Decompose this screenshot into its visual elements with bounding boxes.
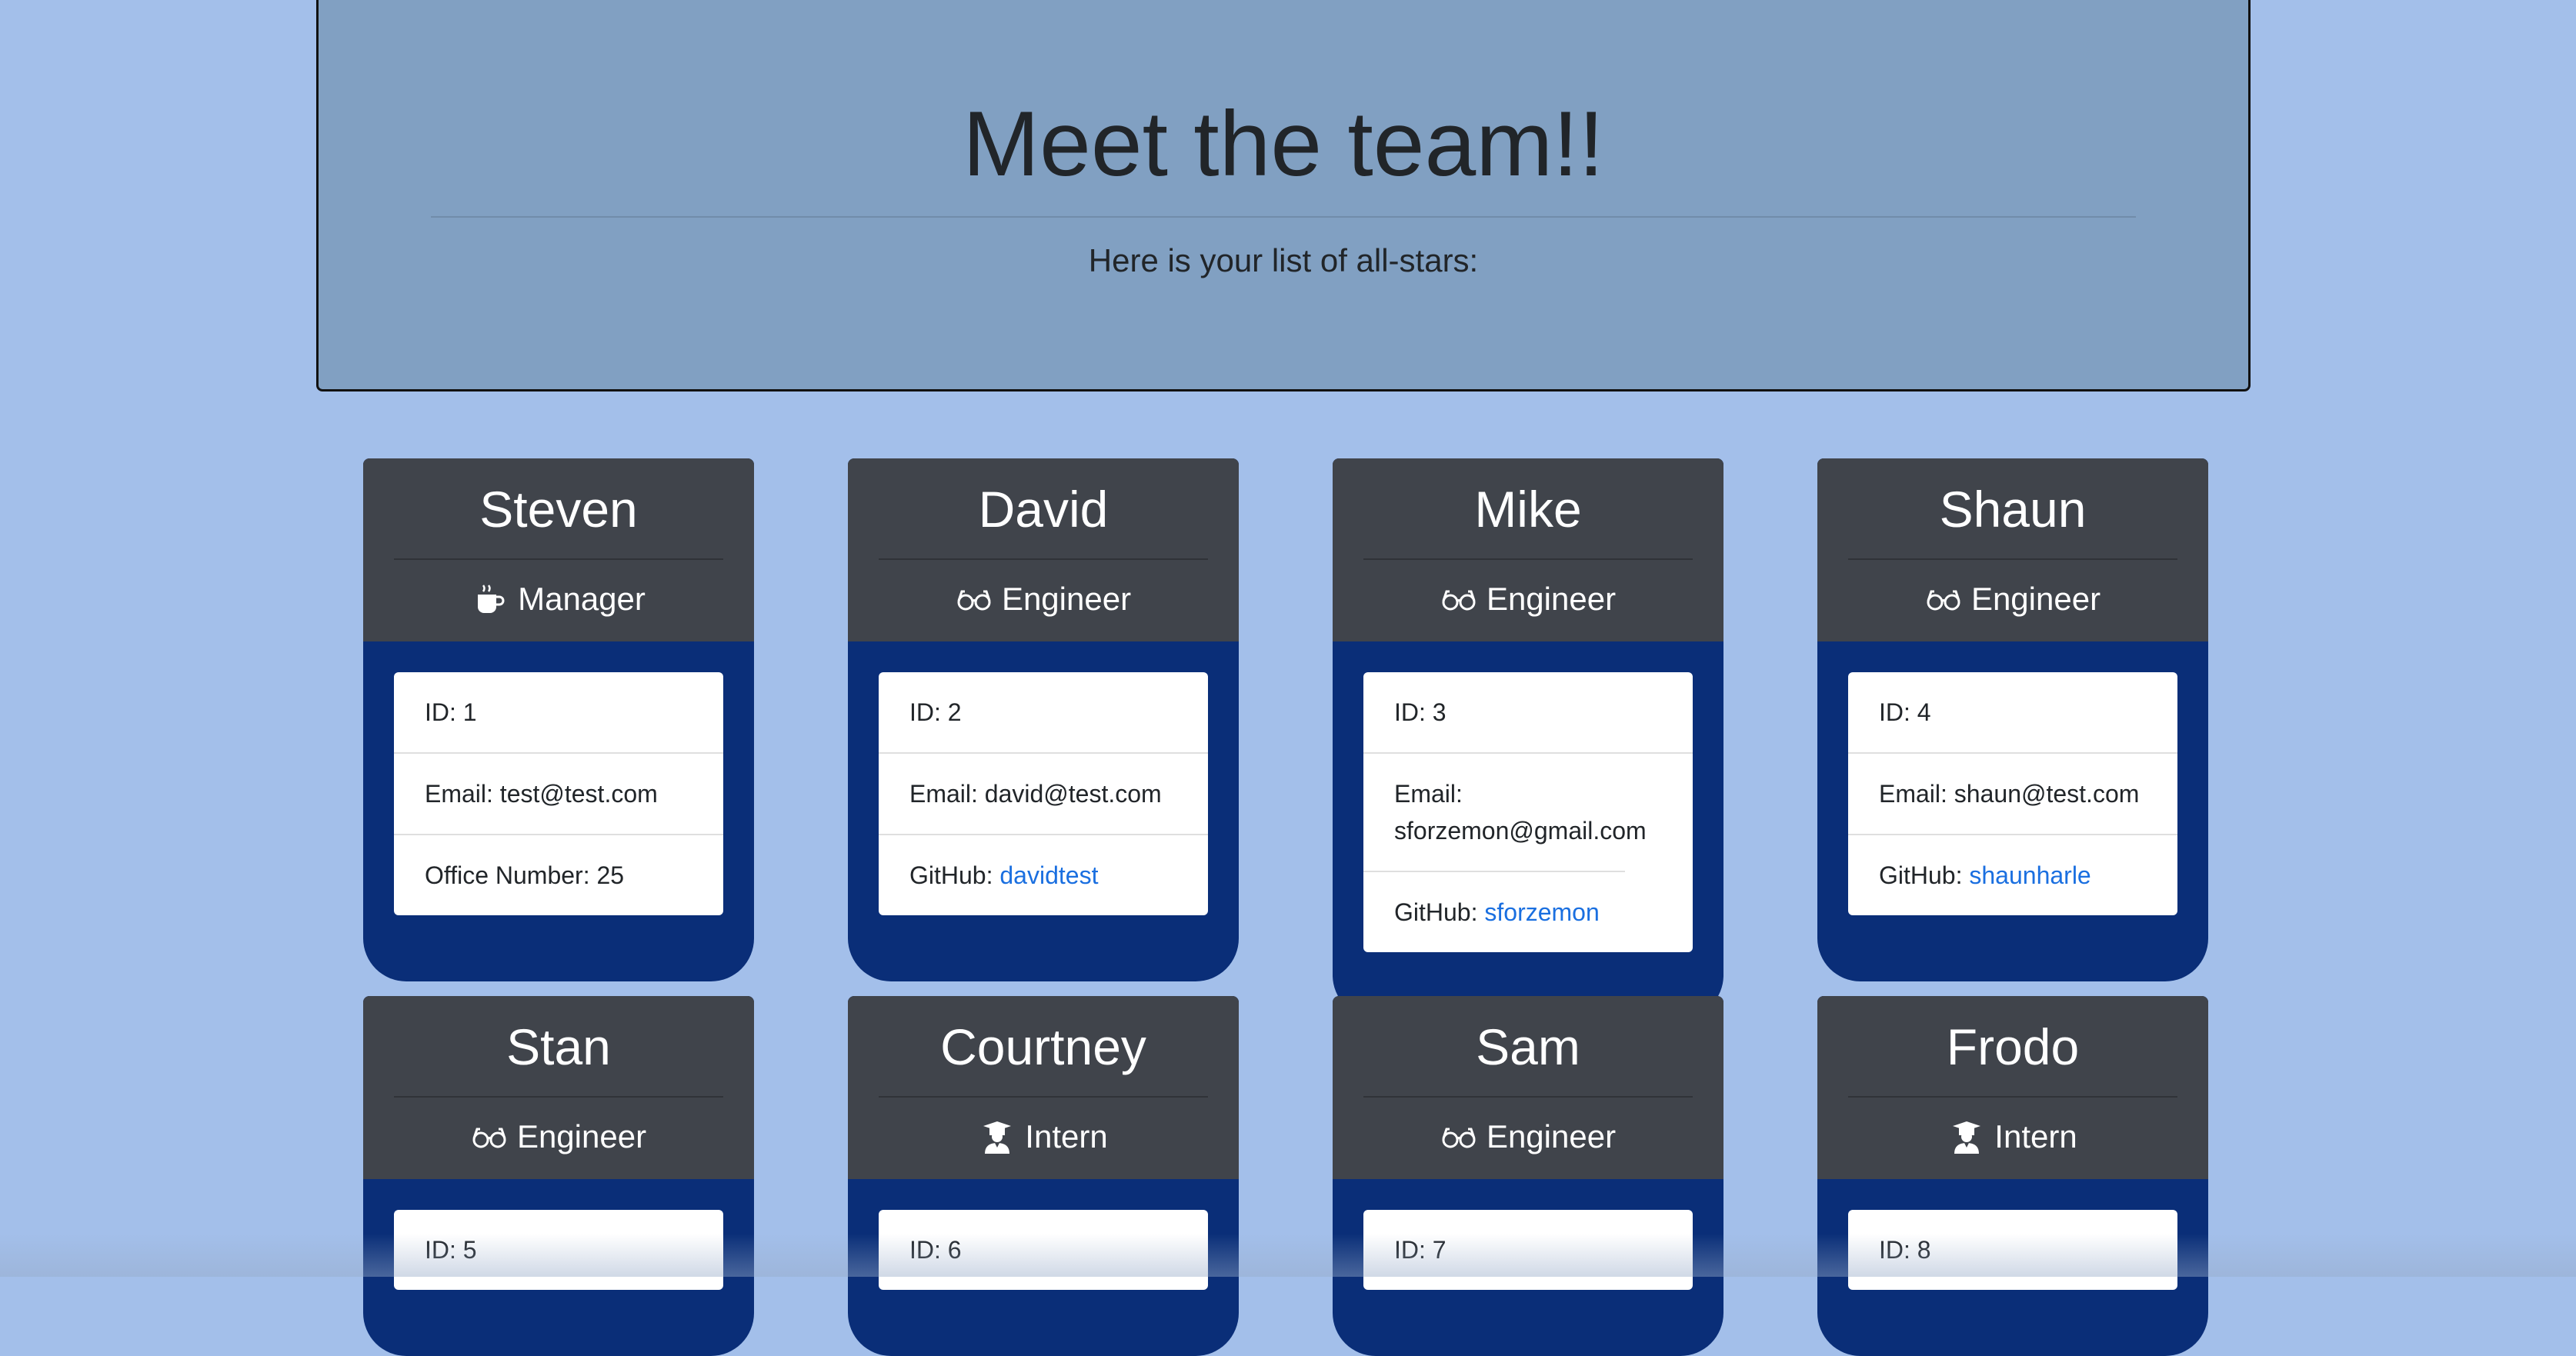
employee-id: ID: 7 <box>1363 1210 1693 1290</box>
office-number: Office Number: 25 <box>394 835 723 915</box>
github-label: GitHub: <box>909 861 999 889</box>
github-row: GitHub: shaunharle <box>1848 835 2177 915</box>
info-list: ID: 6 <box>879 1210 1208 1290</box>
info-list: ID: 8 <box>1848 1210 2177 1290</box>
graduate-icon <box>979 1120 1016 1154</box>
employee-role: Engineer <box>848 578 1239 621</box>
card-header: Shaun Engineer <box>1817 458 2208 641</box>
employee-name: Shaun <box>1817 478 2208 540</box>
card-divider <box>1848 1096 2177 1098</box>
card-divider <box>1363 558 1693 560</box>
role-label: Engineer <box>1971 578 2101 621</box>
glasses-icon <box>1440 582 1477 616</box>
glasses-icon <box>1440 1120 1477 1154</box>
card-header: Courtney Intern <box>848 996 1239 1179</box>
employee-name: Mike <box>1333 478 1723 540</box>
github-label: GitHub: <box>1879 861 1969 889</box>
employee-role: Engineer <box>1817 578 2208 621</box>
info-list: ID: 7 <box>1363 1210 1693 1290</box>
team-card-sam: Sam Engineer ID: 7 <box>1333 996 1723 1356</box>
employee-role: Engineer <box>1333 1115 1723 1158</box>
card-header: Steven Manager <box>363 458 754 641</box>
github-link[interactable]: sforzemon <box>1484 898 1599 926</box>
glasses-icon <box>1925 582 1962 616</box>
employee-id: ID: 8 <box>1848 1210 2177 1290</box>
employee-id: ID: 1 <box>394 672 723 754</box>
employee-name: Sam <box>1333 1016 1723 1078</box>
team-card-david: David Engineer ID: 2 Email: david@test.c… <box>848 458 1239 981</box>
employee-email: Email: test@test.com <box>394 754 723 835</box>
github-link[interactable]: davidtest <box>999 861 1098 889</box>
employee-role: Intern <box>848 1115 1239 1158</box>
info-list: ID: 4 Email: shaun@test.com GitHub: shau… <box>1848 672 2177 915</box>
employee-role: Engineer <box>363 1115 754 1158</box>
role-label: Intern <box>1025 1115 1107 1158</box>
card-divider <box>394 558 723 560</box>
card-divider <box>394 1096 723 1098</box>
role-label: Manager <box>518 578 646 621</box>
employee-name: Steven <box>363 478 754 540</box>
glasses-icon <box>471 1120 508 1154</box>
page-subtitle: Here is your list of all-stars: <box>319 241 2248 281</box>
card-divider <box>1363 1096 1693 1098</box>
info-list: ID: 1 Email: test@test.com Office Number… <box>394 672 723 915</box>
github-link[interactable]: shaunharle <box>1969 861 2090 889</box>
coffee-icon <box>472 582 509 616</box>
card-divider <box>879 558 1208 560</box>
card-divider <box>879 1096 1208 1098</box>
jumbotron: Meet the team!! Here is your list of all… <box>316 0 2251 391</box>
team-card-frodo: Frodo Intern ID: 8 <box>1817 996 2208 1356</box>
glasses-icon <box>956 582 993 616</box>
employee-email: Email: shaun@test.com <box>1848 754 2177 835</box>
graduate-icon <box>1948 1120 1985 1154</box>
role-label: Engineer <box>1487 578 1616 621</box>
team-card-stan: Stan Engineer ID: 5 <box>363 996 754 1356</box>
employee-email: Email: sforzemon@gmail.com <box>1363 754 1625 872</box>
card-header: Mike Engineer <box>1333 458 1723 641</box>
employee-name: David <box>848 478 1239 540</box>
role-label: Engineer <box>517 1115 646 1158</box>
role-label: Intern <box>1994 1115 2077 1158</box>
card-header: Stan Engineer <box>363 996 754 1179</box>
employee-email: Email: david@test.com <box>879 754 1208 835</box>
card-header: David Engineer <box>848 458 1239 641</box>
team-card-courtney: Courtney Intern ID: 6 <box>848 996 1239 1356</box>
employee-name: Stan <box>363 1016 754 1078</box>
role-label: Engineer <box>1487 1115 1616 1158</box>
team-card-steven: Steven Manager ID: 1 Email: test@test.co… <box>363 458 754 981</box>
employee-id: ID: 6 <box>879 1210 1208 1290</box>
employee-role: Intern <box>1817 1115 2208 1158</box>
employee-name: Frodo <box>1817 1016 2208 1078</box>
github-row: GitHub: davidtest <box>879 835 1208 915</box>
page-title: Meet the team!! <box>319 90 2248 198</box>
info-list: ID: 2 Email: david@test.com GitHub: davi… <box>879 672 1208 915</box>
role-label: Engineer <box>1002 578 1131 621</box>
info-list: ID: 5 <box>394 1210 723 1290</box>
jumbotron-divider <box>431 216 2136 218</box>
employee-id: ID: 3 <box>1363 672 1693 754</box>
employee-id: ID: 2 <box>879 672 1208 754</box>
card-header: Frodo Intern <box>1817 996 2208 1179</box>
info-list: ID: 3 Email: sforzemon@gmail.com GitHub:… <box>1363 672 1693 952</box>
employee-id: ID: 5 <box>394 1210 723 1290</box>
employee-role: Manager <box>363 578 754 621</box>
team-card-mike: Mike Engineer ID: 3 Email: sforzemon@gma… <box>1333 458 1723 1018</box>
employee-id: ID: 4 <box>1848 672 2177 754</box>
github-row: GitHub: sforzemon <box>1363 872 1693 952</box>
card-divider <box>1848 558 2177 560</box>
github-label: GitHub: <box>1394 898 1484 926</box>
employee-role: Engineer <box>1333 578 1723 621</box>
employee-name: Courtney <box>848 1016 1239 1078</box>
team-card-shaun: Shaun Engineer ID: 4 Email: shaun@test.c… <box>1817 458 2208 981</box>
card-header: Sam Engineer <box>1333 996 1723 1179</box>
